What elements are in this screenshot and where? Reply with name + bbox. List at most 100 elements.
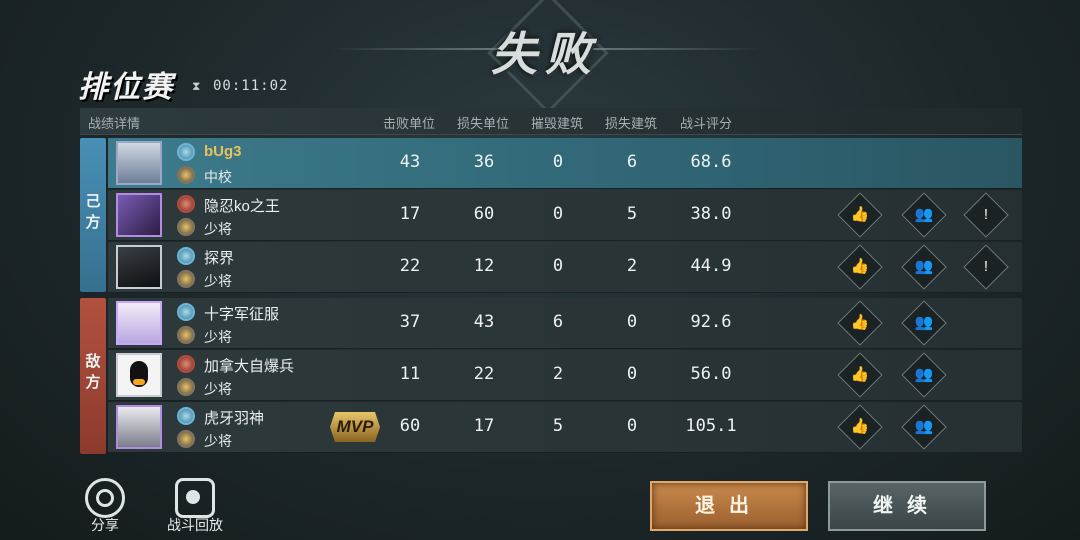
lost-value: 6 [626, 152, 638, 172]
add-friend-icon: 👥 [914, 206, 934, 223]
player-row[interactable]: 虎牙羽神 少将 MVP 60 17 5 0 105.1 👍 👥 [108, 402, 1022, 453]
score-value: 68.6 [690, 152, 732, 172]
thumbs-up-icon: 👍 [850, 206, 870, 223]
player-row[interactable]: 加拿大自爆兵 少将 11 22 2 0 56.0 👍 👥 [108, 350, 1022, 401]
destroyed-value: 0 [552, 256, 564, 276]
player-rank: 少将 [204, 381, 232, 397]
rank-icon [177, 430, 195, 448]
report-button[interactable]: ! [963, 244, 1009, 290]
player-name: 隐忍ko之王 [204, 198, 280, 215]
losses-value: 12 [473, 256, 495, 276]
faction-icon [177, 247, 195, 265]
destroyed-value: 0 [552, 152, 564, 172]
rank-icon [177, 378, 195, 396]
add-friend-icon: 👥 [914, 418, 934, 435]
player-rank: 少将 [204, 221, 232, 237]
share-button-label[interactable]: 分享 [78, 515, 132, 535]
game-mode-title: 排位赛 [78, 71, 174, 104]
destroyed-value: 5 [552, 416, 564, 436]
score-value: 105.1 [685, 416, 737, 436]
score-value: 38.0 [690, 204, 732, 224]
ally-label: 己方 [85, 193, 101, 231]
add-friend-icon: 👥 [914, 314, 934, 331]
player-name: 加拿大自爆兵 [204, 358, 295, 375]
lost-value: 2 [626, 256, 638, 276]
continue-button[interactable]: 继续 [828, 481, 986, 531]
like-button[interactable]: 👍 [837, 192, 883, 238]
exit-button[interactable]: 退出 [650, 481, 808, 531]
ally-side-label: 己方 [80, 138, 106, 292]
faction-icon [177, 407, 195, 425]
col-lost: 损失建筑 [605, 116, 658, 131]
kills-value: 60 [399, 416, 421, 436]
like-button[interactable]: 👍 [837, 352, 883, 398]
col-details: 战绩详情 [88, 116, 141, 131]
player-rank: 中校 [204, 169, 232, 185]
kills-value: 37 [399, 312, 421, 332]
report-icon: ! [983, 206, 989, 223]
losses-value: 36 [473, 152, 495, 172]
player-name: bUg3 [204, 143, 242, 160]
player-row[interactable]: bUg3 中校 43 36 0 6 68.6 [108, 138, 1022, 189]
lost-value: 0 [626, 416, 638, 436]
like-button[interactable]: 👍 [837, 300, 883, 346]
add-friend-button[interactable]: 👥 [901, 244, 947, 290]
score-value: 44.9 [690, 256, 732, 276]
rank-icon [177, 218, 195, 236]
losses-value: 22 [473, 364, 495, 384]
destroyed-value: 0 [552, 204, 564, 224]
avatar[interactable] [116, 193, 162, 237]
kills-value: 22 [399, 256, 421, 276]
losses-value: 17 [473, 416, 495, 436]
replay-button-label[interactable]: 战斗回放 [160, 515, 230, 535]
report-button[interactable]: ! [963, 192, 1009, 238]
destroyed-value: 6 [552, 312, 564, 332]
add-friend-button[interactable]: 👥 [901, 192, 947, 238]
like-button[interactable]: 👍 [837, 404, 883, 450]
player-rank: 少将 [204, 329, 232, 345]
col-kills: 击败单位 [383, 116, 436, 131]
faction-icon [177, 303, 195, 321]
col-score: 战斗评分 [680, 116, 733, 131]
mvp-badge: MVP [330, 412, 380, 442]
rank-icon [177, 326, 195, 344]
avatar[interactable] [116, 353, 162, 397]
rank-icon [177, 166, 195, 184]
player-row[interactable]: 十字军征服 少将 37 43 6 0 92.6 👍 👥 [108, 298, 1022, 349]
report-icon: ! [983, 258, 989, 275]
add-friend-button[interactable]: 👥 [901, 352, 947, 398]
add-friend-button[interactable]: 👥 [901, 300, 947, 346]
faction-icon [177, 355, 195, 373]
player-row[interactable]: 隐忍ko之王 少将 17 60 0 5 38.0 👍 👥 ! [108, 190, 1022, 241]
faction-icon [177, 143, 195, 161]
avatar[interactable] [116, 141, 162, 185]
score-value: 56.0 [690, 364, 732, 384]
lost-value: 5 [626, 204, 638, 224]
match-result-title: 失败 [491, 27, 599, 81]
col-destroyed: 摧毁建筑 [531, 116, 584, 131]
col-losses: 损失单位 [457, 116, 510, 131]
add-friend-icon: 👥 [914, 366, 934, 383]
thumbs-up-icon: 👍 [850, 366, 870, 383]
enemy-label: 敌方 [85, 353, 101, 391]
avatar[interactable] [116, 405, 162, 449]
hourglass-icon: ⧗ [192, 79, 201, 93]
thumbs-up-icon: 👍 [850, 418, 870, 435]
add-friend-icon: 👥 [914, 258, 934, 275]
losses-value: 60 [473, 204, 495, 224]
replay-camera-icon[interactable] [175, 478, 215, 518]
share-icon[interactable] [85, 478, 125, 518]
enemy-side-label: 敌方 [80, 298, 106, 454]
destroyed-value: 2 [552, 364, 564, 384]
kills-value: 17 [399, 204, 421, 224]
table-header: 战绩详情 击败单位 损失单位 摧毁建筑 损失建筑 战斗评分 [80, 108, 1022, 135]
player-row[interactable]: 探界 少将 22 12 0 2 44.9 👍 👥 ! [108, 242, 1022, 293]
like-button[interactable]: 👍 [837, 244, 883, 290]
lost-value: 0 [626, 312, 638, 332]
avatar[interactable] [116, 301, 162, 345]
add-friend-button[interactable]: 👥 [901, 404, 947, 450]
player-name: 探界 [204, 250, 235, 267]
rank-icon [177, 270, 195, 288]
player-rank: 少将 [204, 433, 232, 449]
avatar[interactable] [116, 245, 162, 289]
